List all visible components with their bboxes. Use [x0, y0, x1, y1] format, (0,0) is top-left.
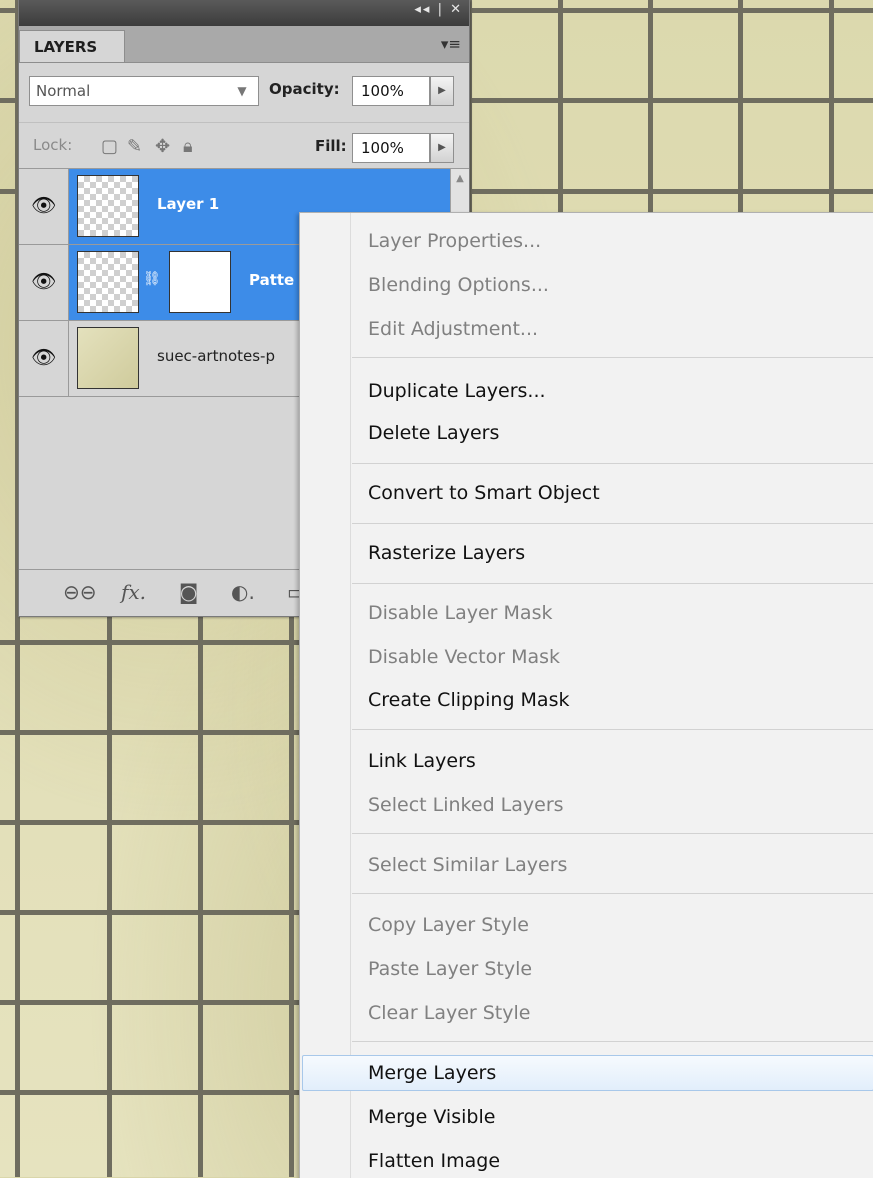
eye-icon: 👁︎: [31, 193, 57, 217]
menu-item-merge-layers[interactable]: Merge Layers: [368, 1059, 496, 1087]
menu-item-disable-vector-mask[interactable]: Disable Vector Mask: [368, 643, 560, 671]
lock-image-icon[interactable]: ✎: [127, 136, 142, 157]
layer-mask-thumbnail: [169, 251, 231, 313]
menu-item-merge-visible[interactable]: Merge Visible: [368, 1103, 495, 1131]
lock-transparent-icon[interactable]: ▢: [101, 136, 118, 157]
menu-item-blending-options[interactable]: Blending Options...: [368, 271, 549, 299]
menu-item-disable-layer-mask[interactable]: Disable Layer Mask: [368, 599, 552, 627]
chevron-down-icon: ▼: [237, 84, 247, 98]
layer-context-menu: Layer Properties... Blending Options... …: [299, 212, 873, 1178]
visibility-toggle[interactable]: 👁︎: [19, 169, 69, 244]
menu-separator: [352, 357, 873, 358]
menu-item-duplicate-layers[interactable]: Duplicate Layers...: [368, 377, 546, 405]
menu-separator: [352, 463, 873, 464]
add-mask-icon[interactable]: ◙: [179, 580, 198, 604]
menu-item-rasterize-layers[interactable]: Rasterize Layers: [368, 539, 525, 567]
menu-item-delete-layers[interactable]: Delete Layers: [368, 419, 499, 447]
menu-item-layer-properties[interactable]: Layer Properties...: [368, 227, 541, 255]
adjustment-layer-icon[interactable]: ◐.: [231, 580, 255, 604]
menu-separator: [352, 729, 873, 730]
menu-item-select-linked-layers[interactable]: Select Linked Layers: [368, 791, 564, 819]
scroll-up-icon[interactable]: ▲: [451, 173, 469, 184]
tab-layers[interactable]: LAYERS: [19, 30, 125, 62]
lock-row: Lock: ▢ ✎ ✥ 🔒︎ Fill: 100% ▶: [19, 122, 469, 169]
menu-separator: [352, 833, 873, 834]
lock-position-icon[interactable]: ✥: [155, 136, 170, 157]
panel-tab-row: LAYERS ▾≡: [19, 26, 469, 63]
panel-titlebar: ◂◂ | ✕: [19, 0, 469, 26]
panel-menu-icon[interactable]: ▾≡: [441, 35, 461, 53]
menu-separator: [352, 893, 873, 894]
eye-icon: 👁︎: [31, 345, 57, 369]
lock-label: Lock:: [33, 136, 73, 154]
layer-name: Patte: [249, 271, 295, 289]
panel-window-controls[interactable]: ◂◂ | ✕: [414, 2, 463, 17]
menu-item-select-similar-layers[interactable]: Select Similar Layers: [368, 851, 567, 879]
layer-thumbnail: [77, 175, 139, 237]
adjustment-thumbnail: [77, 251, 139, 313]
layer-name: Layer 1: [157, 195, 220, 213]
menu-item-copy-layer-style[interactable]: Copy Layer Style: [368, 911, 529, 939]
blend-mode-value: Normal: [36, 82, 91, 100]
lock-all-icon[interactable]: 🔒︎: [183, 136, 193, 157]
menu-item-convert-to-smart-object[interactable]: Convert to Smart Object: [368, 479, 600, 507]
layer-name: suec-artnotes-p: [157, 347, 275, 365]
link-layers-icon[interactable]: ⊖⊖: [63, 580, 97, 604]
menu-item-clear-layer-style[interactable]: Clear Layer Style: [368, 999, 530, 1027]
opacity-slider-button[interactable]: ▶: [430, 76, 454, 106]
menu-separator: [352, 583, 873, 584]
menu-separator: [352, 1041, 873, 1042]
opacity-input[interactable]: 100%: [352, 76, 430, 106]
menu-item-paste-layer-style[interactable]: Paste Layer Style: [368, 955, 532, 983]
menu-item-link-layers[interactable]: Link Layers: [368, 747, 476, 775]
menu-item-create-clipping-mask[interactable]: Create Clipping Mask: [368, 686, 569, 714]
fill-input[interactable]: 100%: [352, 133, 430, 163]
menu-item-flatten-image[interactable]: Flatten Image: [368, 1147, 500, 1175]
fill-slider-button[interactable]: ▶: [430, 133, 454, 163]
layer-thumbnail: [77, 327, 139, 389]
menu-separator: [352, 523, 873, 524]
visibility-toggle[interactable]: 👁︎: [19, 321, 69, 396]
fx-icon[interactable]: fx.: [121, 580, 146, 604]
opacity-label: Opacity:: [269, 80, 340, 98]
fill-label: Fill:: [315, 137, 347, 155]
menu-item-edit-adjustment[interactable]: Edit Adjustment...: [368, 315, 538, 343]
blend-row: Normal ▼ Opacity: 100% ▶: [19, 66, 469, 112]
blend-mode-select[interactable]: Normal ▼: [29, 76, 259, 106]
chain-link-icon[interactable]: ⛓: [143, 271, 161, 287]
eye-icon: 👁︎: [31, 269, 57, 293]
visibility-toggle[interactable]: 👁︎: [19, 245, 69, 320]
